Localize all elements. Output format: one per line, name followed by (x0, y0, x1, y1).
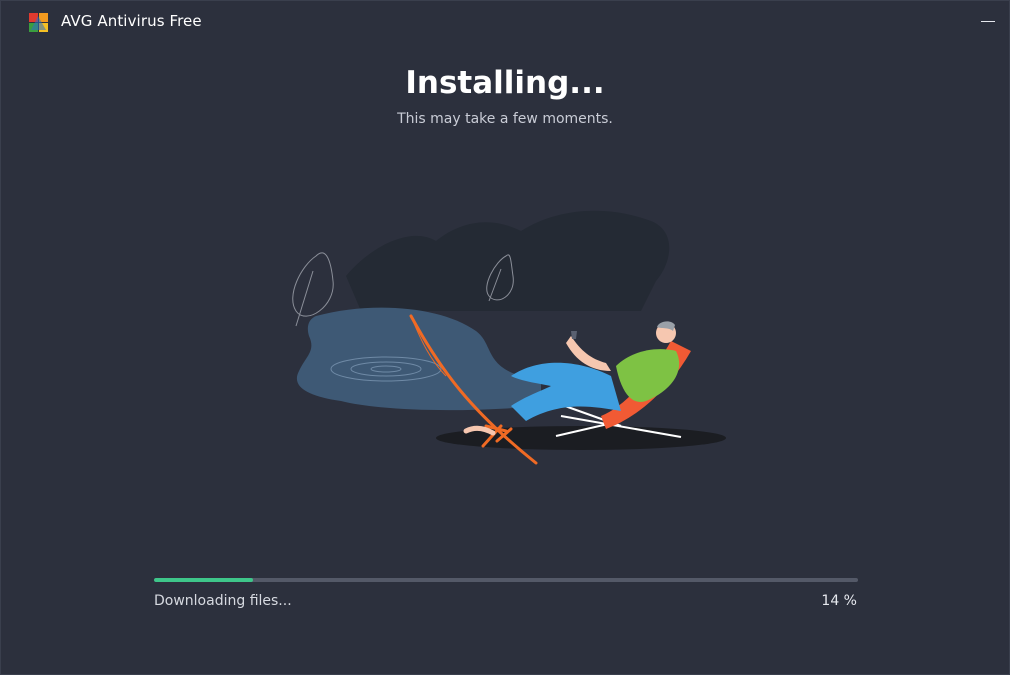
avg-logo-icon (29, 13, 48, 32)
progress-bar-fill (154, 578, 253, 582)
progress-status: Downloading files... (154, 593, 292, 609)
progress-bar (154, 578, 858, 582)
installer-window: AVG Antivirus Free Installing... This ma… (0, 0, 1010, 675)
title-bar: AVG Antivirus Free (1, 1, 1009, 43)
pond-shape (296, 307, 541, 411)
cup (571, 331, 577, 339)
hill-shape (346, 210, 670, 311)
app-title: AVG Antivirus Free (61, 12, 202, 30)
minimize-button[interactable] (975, 7, 1001, 33)
page-title: Installing... (405, 65, 605, 101)
progress-percent: 14 % (821, 593, 857, 609)
fishing-illustration (292, 210, 726, 465)
person-shirt (616, 349, 680, 402)
page-subtitle: This may take a few moments. (397, 111, 613, 127)
